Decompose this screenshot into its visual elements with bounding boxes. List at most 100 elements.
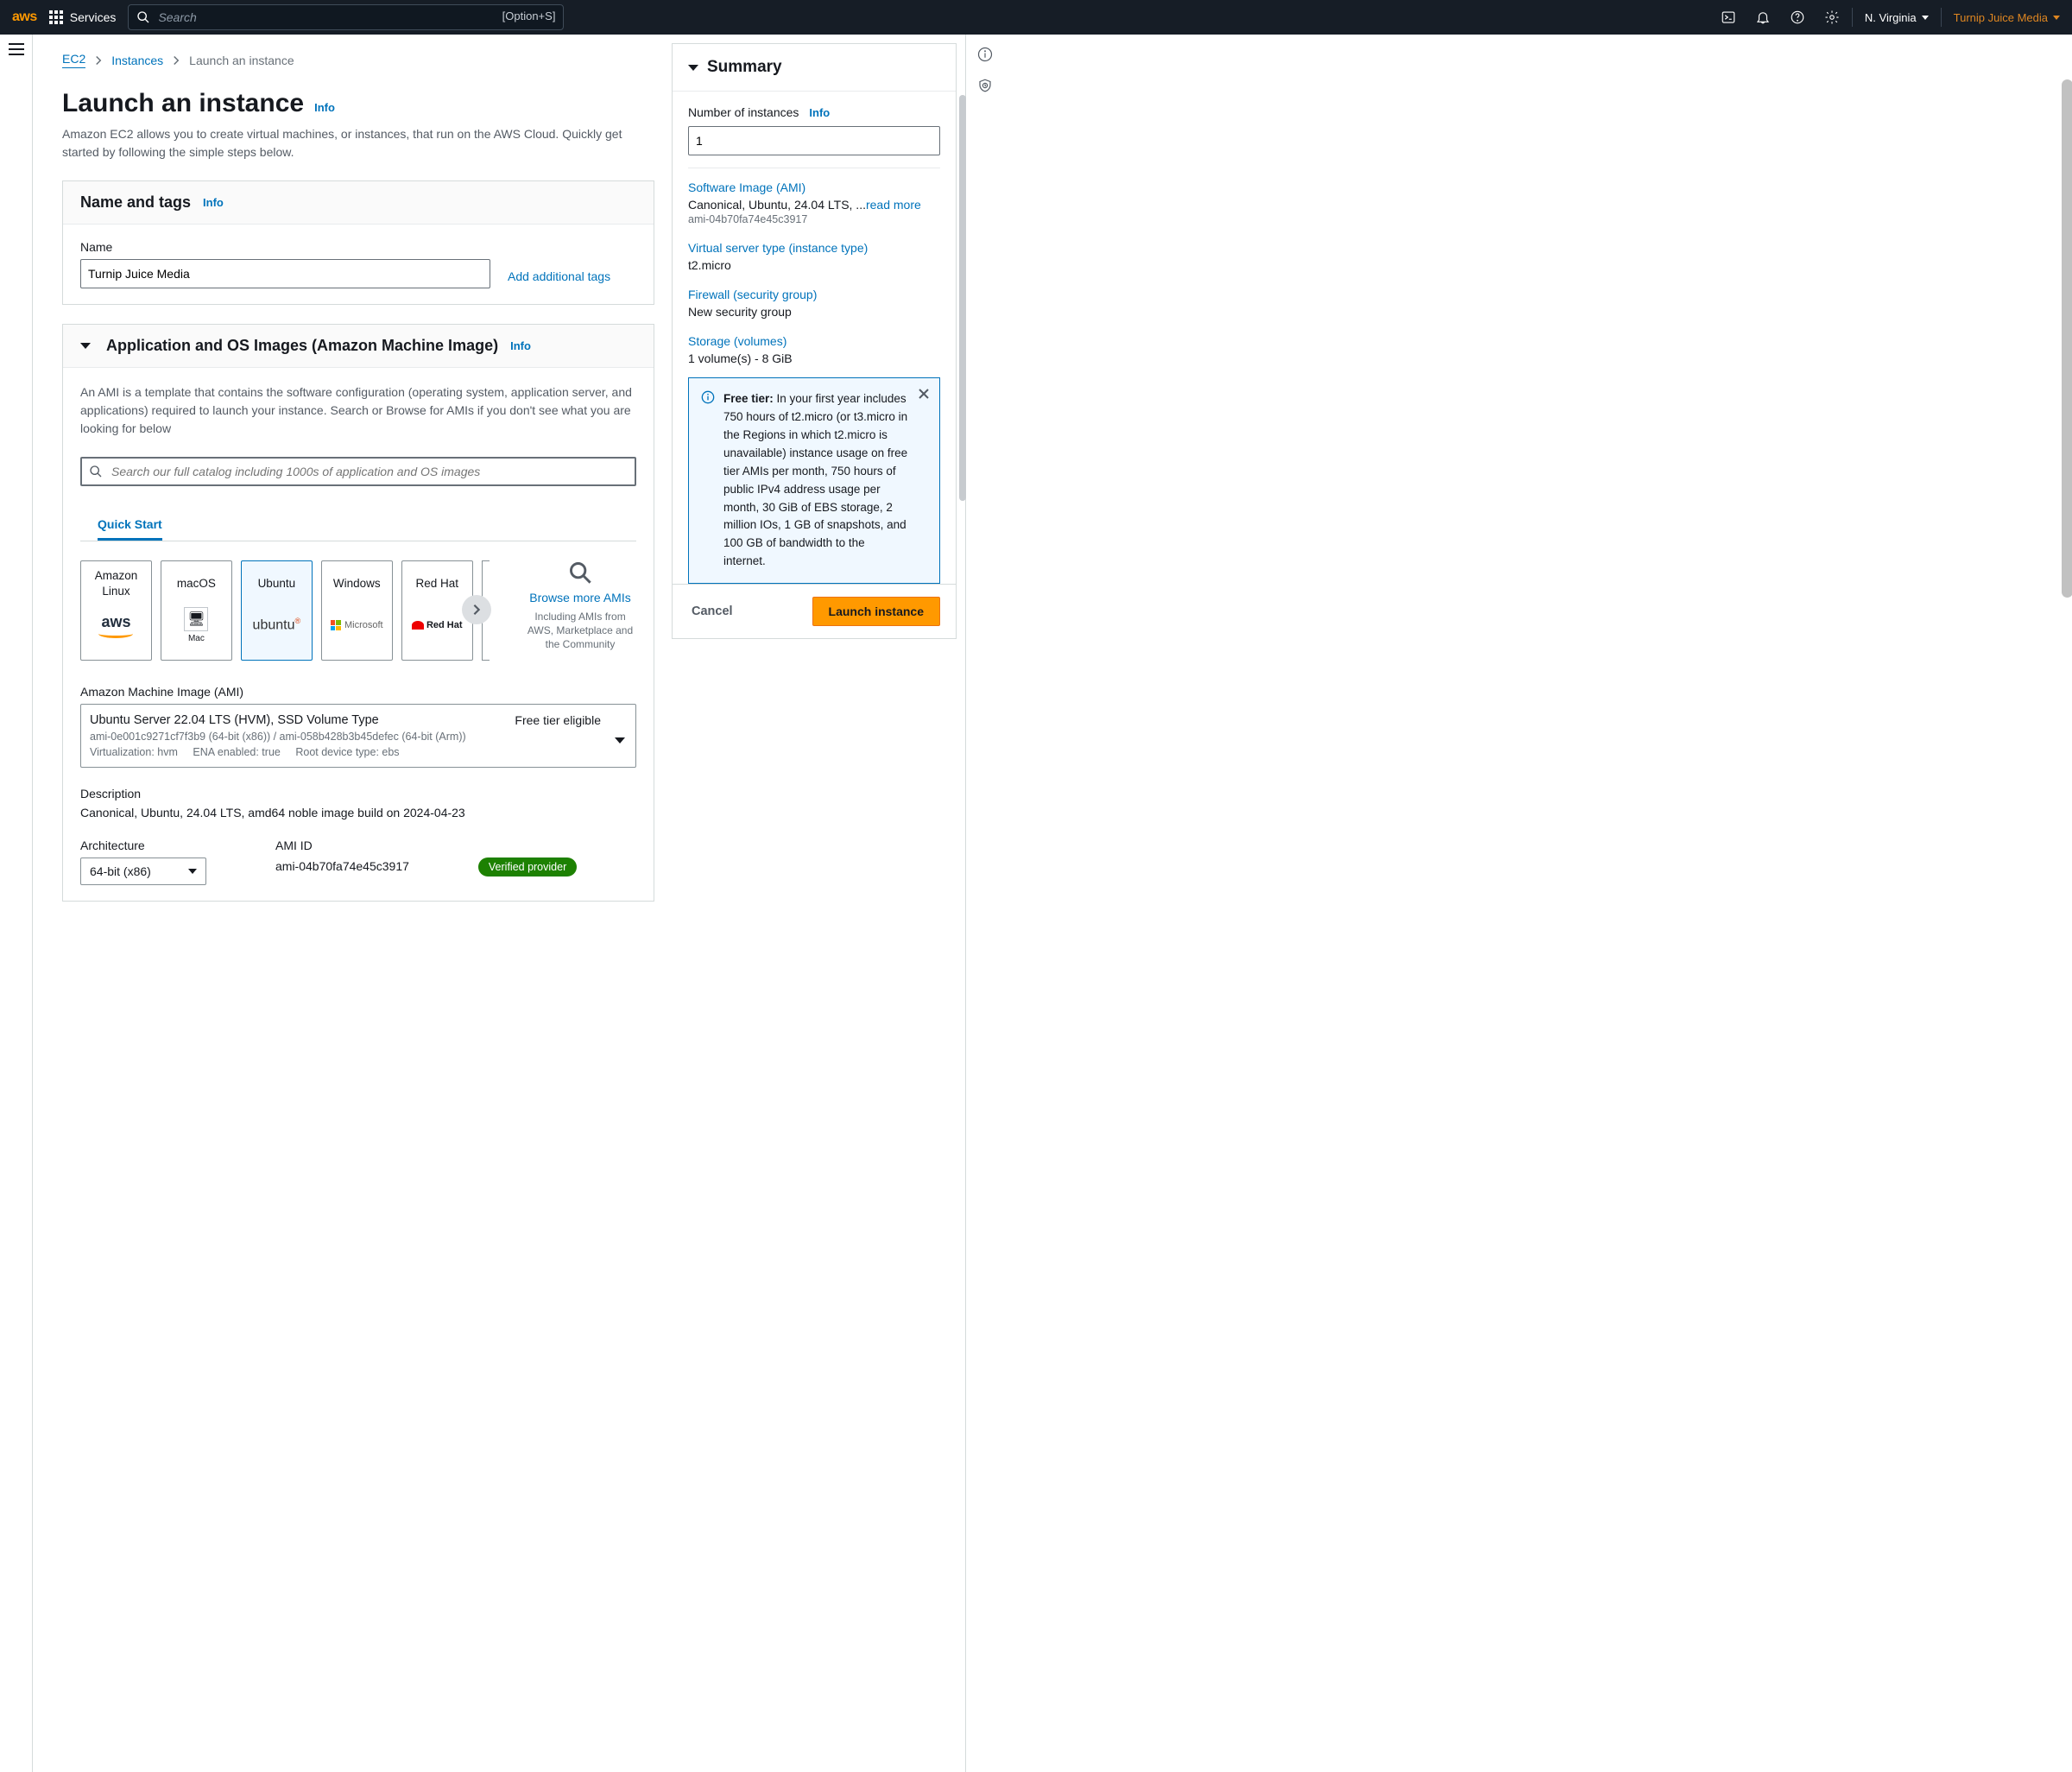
search-icon — [136, 10, 150, 24]
global-search: [Option+S] — [128, 4, 564, 30]
services-menu[interactable]: Services — [49, 10, 117, 24]
ami-intro-text: An AMI is a template that contains the s… — [80, 383, 636, 438]
ami-search-input[interactable] — [80, 457, 636, 486]
browse-more-amis-link[interactable]: Browse more AMIs — [524, 591, 636, 604]
os-tile-macos[interactable]: macOS 🖥Mac — [161, 560, 232, 661]
launch-instance-button[interactable]: Launch instance — [812, 597, 940, 626]
add-additional-tags-link[interactable]: Add additional tags — [508, 269, 610, 283]
close-icon[interactable] — [917, 387, 931, 401]
breadcrumb: EC2 Instances Launch an instance — [62, 35, 654, 79]
ami-ids-line: ami-0e001c9271cf7f3b9 (64-bit (x86)) / a… — [90, 731, 601, 743]
name-and-tags-card: Name and tags Info Name Add additional t… — [62, 180, 654, 305]
description-label: Description — [80, 787, 636, 801]
carousel-next-button[interactable] — [462, 595, 491, 624]
right-rail — [965, 35, 1003, 1772]
chevron-right-icon — [471, 604, 483, 616]
summary-ami-id: ami-04b70fa74e45c3917 — [688, 213, 940, 225]
summary-instance-type-value: t2.micro — [688, 258, 940, 272]
ami-details-line: Virtualization: hvm ENA enabled: true Ro… — [90, 746, 601, 758]
caret-down-icon — [688, 65, 698, 71]
breadcrumb-ec2[interactable]: EC2 — [62, 52, 85, 68]
summary-title: Summary — [707, 58, 782, 77]
account-selector[interactable]: Turnip Juice Media — [1954, 11, 2060, 24]
breadcrumb-instances[interactable]: Instances — [111, 54, 163, 67]
architecture-value: 64-bit (x86) — [90, 864, 151, 878]
microsoft-logo-icon: Microsoft — [325, 604, 388, 646]
info-link[interactable]: Info — [203, 196, 224, 209]
cancel-button[interactable]: Cancel — [688, 599, 736, 623]
page-info-link[interactable]: Info — [314, 101, 335, 114]
info-icon[interactable] — [977, 47, 993, 62]
hamburger-icon[interactable] — [9, 43, 24, 55]
ubuntu-logo-icon: ubuntu® — [245, 604, 308, 646]
num-instances-label: Number of instances — [688, 105, 799, 119]
region-selector[interactable]: N. Virginia — [1865, 11, 1929, 24]
summary-security-group-value: New security group — [688, 305, 940, 319]
scrollbar-thumb[interactable] — [959, 95, 966, 501]
info-link[interactable]: Info — [809, 106, 830, 119]
info-link[interactable]: Info — [510, 339, 531, 352]
os-tile-label: Windows — [333, 568, 381, 599]
summary-header[interactable]: Summary — [673, 44, 956, 92]
os-tile-windows[interactable]: Windows Microsoft — [321, 560, 393, 661]
os-tile-amazon-linux[interactable]: Amazon Linux aws — [80, 560, 152, 661]
account-label: Turnip Juice Media — [1954, 11, 2048, 24]
search-input[interactable] — [128, 4, 564, 30]
os-tile-label: Ubuntu — [258, 568, 296, 599]
aws-logo-icon: aws — [85, 604, 148, 646]
os-tile-ubuntu[interactable]: Ubuntu ubuntu® — [241, 560, 313, 661]
ami-id-value: ami-04b70fa74e45c3917 — [275, 859, 409, 873]
topnav-icons — [1721, 9, 1840, 25]
redhat-logo-icon: Red Hat — [406, 604, 469, 646]
summary-instance-type-link[interactable]: Virtual server type (instance type) — [688, 241, 868, 255]
tab-quick-start[interactable]: Quick Start — [98, 510, 162, 541]
caret-down-icon — [80, 343, 91, 349]
card-title: Name and tags — [80, 193, 191, 212]
bell-icon[interactable] — [1755, 9, 1771, 25]
name-label: Name — [80, 240, 490, 254]
ami-tabs: Quick Start — [80, 510, 636, 541]
help-icon[interactable] — [1790, 9, 1805, 25]
architecture-select[interactable]: 64-bit (x86) — [80, 858, 206, 885]
aws-logo[interactable]: aws — [12, 9, 37, 25]
free-tier-alert: Free tier: In your first year includes 7… — [688, 377, 940, 584]
caret-down-icon — [1922, 16, 1929, 20]
shield-clock-icon[interactable] — [977, 78, 993, 93]
ami-id-label: AMI ID — [275, 839, 409, 852]
top-nav: aws Services [Option+S] N. Virginia Turn… — [0, 0, 2072, 35]
caret-down-icon — [2053, 16, 2060, 20]
os-tile-label: Red Hat — [415, 568, 458, 599]
browse-more-subtext: Including AMIs from AWS, Marketplace and… — [524, 610, 636, 652]
divider — [1852, 8, 1853, 27]
summary-security-group-link[interactable]: Firewall (security group) — [688, 288, 817, 301]
read-more-link[interactable]: read more — [866, 198, 921, 212]
grid-icon — [49, 10, 63, 24]
ami-card: Application and OS Images (Amazon Machin… — [62, 324, 654, 902]
caret-down-icon — [615, 737, 625, 744]
search-shortcut: [Option+S] — [502, 9, 556, 22]
summary-storage-link[interactable]: Storage (volumes) — [688, 334, 786, 348]
summary-ami-line: Canonical, Ubuntu, 24.04 LTS, ...read mo… — [688, 198, 940, 212]
page-description: Amazon EC2 allows you to create virtual … — [62, 125, 649, 161]
card-title: Application and OS Images (Amazon Machin… — [106, 337, 498, 355]
ami-card-header[interactable]: Application and OS Images (Amazon Machin… — [63, 325, 654, 368]
instance-name-input[interactable] — [80, 259, 490, 288]
cloudshell-icon[interactable] — [1721, 9, 1736, 25]
main-content: EC2 Instances Launch an instance Launch … — [33, 35, 672, 1772]
summary-ami-link[interactable]: Software Image (AMI) — [688, 180, 805, 194]
os-tile-label: macOS — [177, 568, 216, 599]
chevron-right-icon — [172, 55, 180, 66]
scrollbar-thumb[interactable] — [2062, 79, 2072, 598]
alert-bold: Free tier: — [723, 392, 774, 405]
num-instances-input[interactable] — [688, 126, 940, 155]
divider — [1941, 8, 1942, 27]
ami-dropdown[interactable]: Ubuntu Server 22.04 LTS (HVM), SSD Volum… — [80, 704, 636, 768]
mac-logo-icon: 🖥Mac — [165, 604, 228, 646]
region-label: N. Virginia — [1865, 11, 1917, 24]
free-tier-badge: Free tier eligible — [515, 713, 601, 727]
architecture-label: Architecture — [80, 839, 206, 852]
gear-icon[interactable] — [1824, 9, 1840, 25]
page-title: Launch an instance — [62, 89, 304, 118]
os-tile-label: Amazon Linux — [85, 568, 148, 599]
summary-panel: Summary Number of instances Info Softwar… — [672, 43, 957, 1763]
